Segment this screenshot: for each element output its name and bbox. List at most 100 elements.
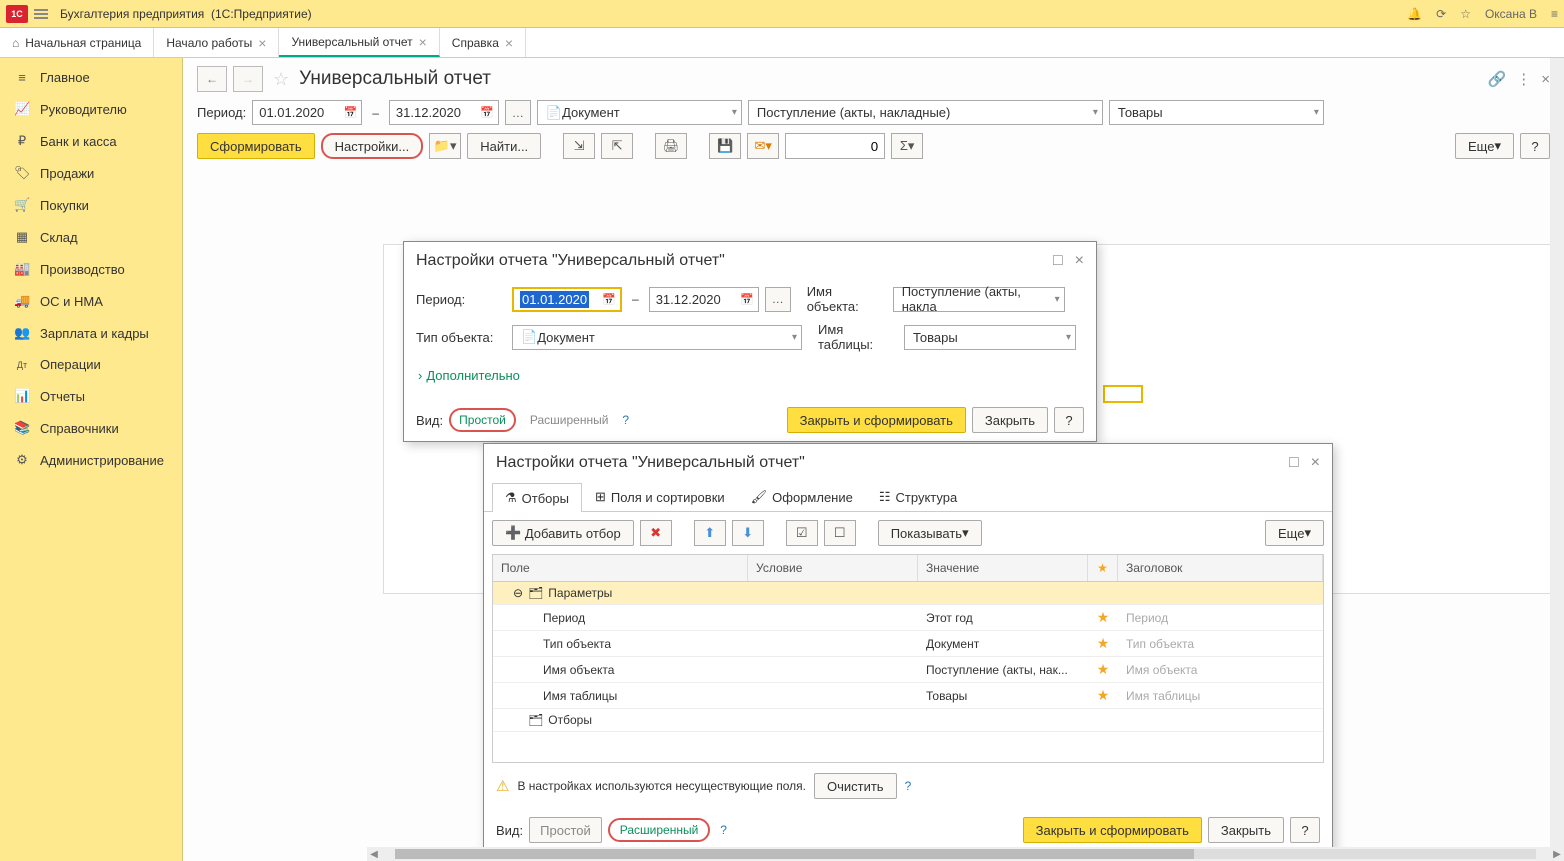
nav-forward-button[interactable]: → bbox=[233, 66, 263, 92]
object-name-dropdown[interactable]: Поступление (акты, накладные)▾ bbox=[748, 100, 1103, 125]
view-simple-button[interactable]: Простой bbox=[449, 408, 516, 432]
number-input[interactable] bbox=[785, 133, 885, 159]
table-row[interactable]: Имя таблицыТовары★Имя таблицы bbox=[493, 683, 1323, 709]
tab-help[interactable]: Справка× bbox=[440, 28, 526, 57]
date-to-input[interactable]: 31.12.2020📅 bbox=[649, 287, 759, 312]
close-icon[interactable]: × bbox=[258, 35, 266, 51]
uncheck-all-button[interactable]: ☐ bbox=[824, 520, 856, 546]
more-button[interactable]: Еще ▾ bbox=[1455, 133, 1514, 159]
sidebar-item-reports[interactable]: 📊Отчеты bbox=[0, 380, 182, 412]
sidebar-item-production[interactable]: 🏭Производство bbox=[0, 253, 182, 285]
calendar-icon[interactable]: 📅 bbox=[344, 106, 358, 119]
favorite-icon[interactable]: ☆ bbox=[273, 69, 289, 90]
scroll-right-icon[interactable]: ▶ bbox=[1550, 849, 1564, 860]
close-and-form-button[interactable]: Закрыть и сформировать bbox=[787, 407, 966, 433]
tab-start[interactable]: Начало работы× bbox=[154, 28, 279, 57]
sum-button[interactable]: Σ▾ bbox=[891, 133, 923, 159]
sidebar-item-main[interactable]: ≡Главное bbox=[0, 62, 182, 93]
help-button[interactable]: ? bbox=[1054, 407, 1084, 433]
tab-structure[interactable]: ☷Структура bbox=[866, 482, 970, 511]
view-simple-button[interactable]: Простой bbox=[529, 817, 602, 843]
close-icon[interactable]: × bbox=[1311, 454, 1320, 472]
collapse-icon[interactable]: ⊖ bbox=[513, 586, 523, 600]
tab-report[interactable]: Универсальный отчет× bbox=[279, 28, 439, 57]
close-page-icon[interactable]: × bbox=[1541, 71, 1550, 88]
header-title[interactable]: Заголовок bbox=[1118, 555, 1323, 581]
sidebar-item-admin[interactable]: ⚙Администрирование bbox=[0, 444, 182, 476]
tab-filters[interactable]: ⚗Отборы bbox=[492, 483, 582, 512]
close-and-form-button[interactable]: Закрыть и сформировать bbox=[1023, 817, 1202, 843]
kebab-icon[interactable]: ⋮ bbox=[1516, 70, 1531, 88]
move-down-button[interactable]: ⬇ bbox=[732, 520, 764, 546]
date-to-input[interactable]: 31.12.2020📅 bbox=[389, 100, 499, 125]
sidebar-item-operations[interactable]: ДтОперации bbox=[0, 349, 182, 380]
objname-dropdown[interactable]: Поступление (акты, накла▾ bbox=[893, 287, 1065, 312]
find-button[interactable]: Найти... bbox=[467, 133, 541, 159]
calendar-icon[interactable]: 📅 bbox=[602, 293, 616, 306]
sidebar-item-sales[interactable]: 🏷Продажи bbox=[0, 157, 182, 189]
mail-button[interactable]: ✉▾ bbox=[747, 133, 779, 159]
sidebar-item-salary[interactable]: 👥Зарплата и кадры bbox=[0, 317, 182, 349]
sidebar-item-warehouse[interactable]: ▦Склад bbox=[0, 221, 182, 253]
close-icon[interactable]: × bbox=[419, 34, 427, 50]
menu-icon[interactable] bbox=[34, 7, 52, 21]
header-field[interactable]: Поле bbox=[493, 555, 748, 581]
scrollbar-vertical[interactable] bbox=[1550, 58, 1564, 847]
history-icon[interactable]: ⟳ bbox=[1436, 7, 1446, 21]
maximize-icon[interactable]: □ bbox=[1053, 252, 1063, 270]
tblname-dropdown[interactable]: Товары▾ bbox=[904, 325, 1076, 350]
view-extended-button[interactable]: Расширенный bbox=[522, 410, 617, 430]
view-extended-button[interactable]: Расширенный bbox=[608, 818, 711, 842]
period-picker-button[interactable]: … bbox=[505, 100, 531, 125]
maximize-icon[interactable]: □ bbox=[1289, 454, 1299, 472]
table-row[interactable]: Тип объектаДокумент★Тип объекта bbox=[493, 631, 1323, 657]
print-button[interactable]: 🖨 bbox=[655, 133, 687, 159]
calendar-icon[interactable]: 📅 bbox=[740, 293, 754, 306]
form-button[interactable]: Сформировать bbox=[197, 133, 315, 159]
sidebar-item-purchases[interactable]: 🛒Покупки bbox=[0, 189, 182, 221]
scroll-left-icon[interactable]: ◀ bbox=[367, 849, 381, 860]
collapse-button[interactable]: ⇱ bbox=[601, 133, 633, 159]
nav-back-button[interactable]: ← bbox=[197, 66, 227, 92]
more-link[interactable]: ›Дополнительно bbox=[416, 360, 1084, 391]
expand-button[interactable]: ⇲ bbox=[563, 133, 595, 159]
folder-button[interactable]: 📁▾ bbox=[429, 133, 461, 159]
table-row[interactable]: ⊖🗂Параметры bbox=[493, 582, 1323, 605]
tab-appearance[interactable]: 🖌Оформление bbox=[738, 482, 866, 511]
close-icon[interactable]: × bbox=[505, 35, 513, 51]
more-button[interactable]: Еще ▾ bbox=[1265, 520, 1324, 546]
calendar-icon[interactable]: 📅 bbox=[480, 106, 494, 119]
show-button[interactable]: Показывать ▾ bbox=[878, 520, 982, 546]
scrollbar-horizontal[interactable]: ◀ ▶ bbox=[367, 847, 1564, 861]
help-button[interactable]: ? bbox=[1290, 817, 1320, 843]
date-from-input[interactable]: 01.01.2020📅 bbox=[252, 100, 362, 125]
header-star[interactable]: ★ bbox=[1088, 555, 1118, 581]
move-up-button[interactable]: ⬆ bbox=[694, 520, 726, 546]
check-all-button[interactable]: ☑ bbox=[786, 520, 818, 546]
sidebar-item-catalogs[interactable]: 📚Справочники bbox=[0, 412, 182, 444]
save-button[interactable]: 💾 bbox=[709, 133, 741, 159]
table-name-dropdown[interactable]: Товары▾ bbox=[1109, 100, 1324, 125]
close-button[interactable]: Закрыть bbox=[972, 407, 1048, 433]
sidebar-item-bank[interactable]: ₽Банк и касса bbox=[0, 125, 182, 157]
table-row[interactable]: ПериодЭтот год★Период bbox=[493, 605, 1323, 631]
help-icon[interactable]: ? bbox=[720, 823, 727, 837]
date-from-input[interactable]: 01.01.2020📅 bbox=[512, 287, 622, 312]
objtype-dropdown[interactable]: 📄 Документ▾ bbox=[512, 325, 802, 350]
add-filter-button[interactable]: ➕ Добавить отбор bbox=[492, 520, 634, 546]
help-button[interactable]: ? bbox=[1520, 133, 1550, 159]
user-name[interactable]: Оксана В bbox=[1485, 7, 1537, 21]
sidebar-item-manager[interactable]: 📈Руководителю bbox=[0, 93, 182, 125]
object-type-dropdown[interactable]: 📄 Документ▾ bbox=[537, 100, 742, 125]
tab-home[interactable]: ⌂Начальная страница bbox=[0, 28, 154, 57]
sidebar-item-assets[interactable]: 🚚ОС и НМА bbox=[0, 285, 182, 317]
tab-fields[interactable]: ⊞Поля и сортировки bbox=[582, 482, 738, 511]
clear-button[interactable]: Очистить bbox=[814, 773, 897, 799]
link-icon[interactable]: 🔗 bbox=[1488, 70, 1507, 88]
header-value[interactable]: Значение bbox=[918, 555, 1088, 581]
settings-button[interactable]: Настройки... bbox=[321, 133, 424, 159]
scrollbar-thumb[interactable] bbox=[395, 849, 1194, 859]
bell-icon[interactable]: 🔔 bbox=[1407, 7, 1422, 21]
close-icon[interactable]: × bbox=[1075, 252, 1084, 270]
table-row[interactable]: ⊖🗂Отборы bbox=[493, 709, 1323, 732]
